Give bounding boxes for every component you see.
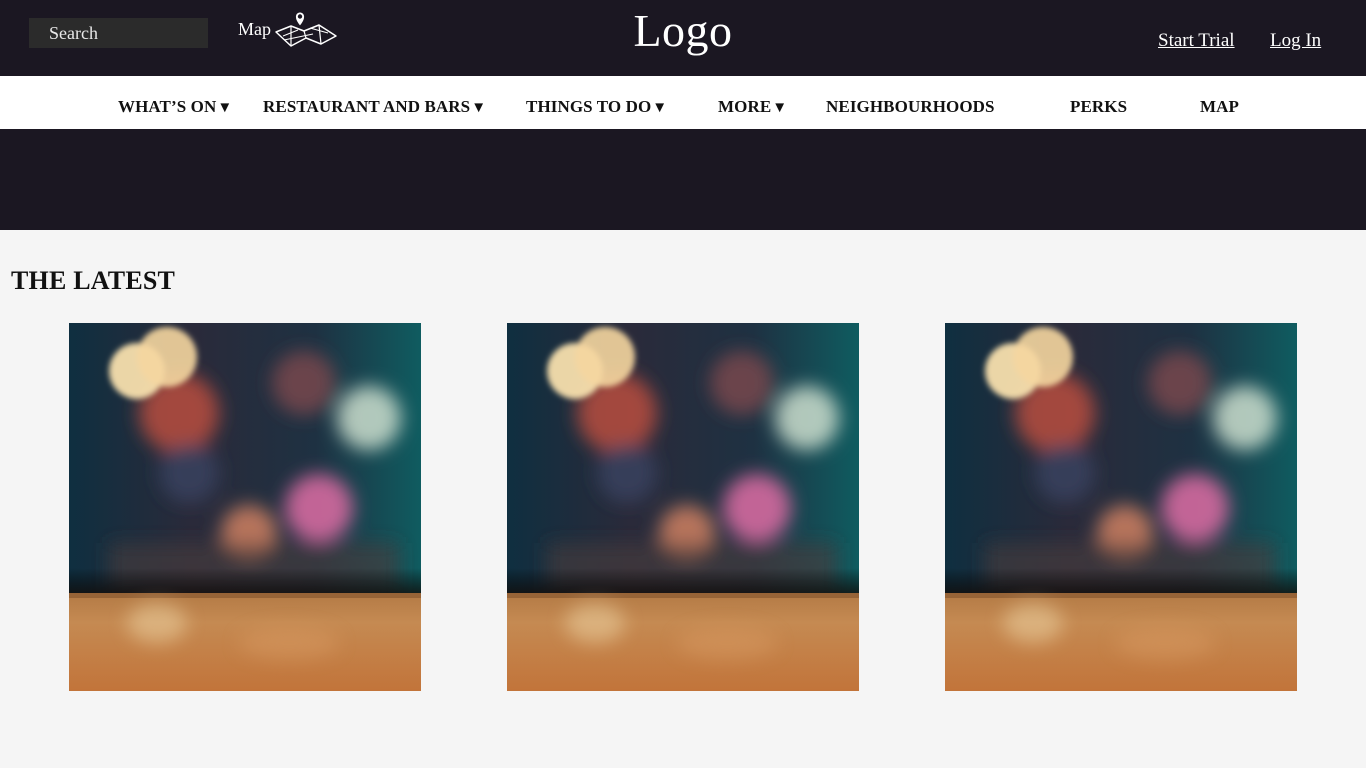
nav-item-label: NEIGHBOURHOODS xyxy=(826,97,995,116)
hero-banner xyxy=(0,129,1366,230)
top-header: Map Logo Start Trial Log In xyxy=(0,0,1366,76)
nav-item-label: RESTAURANT AND BARS xyxy=(263,97,471,116)
section-title-latest: THE LATEST xyxy=(11,266,176,295)
nav-item-map[interactable]: MAP xyxy=(1200,76,1239,129)
latest-card[interactable] xyxy=(507,323,859,691)
caret-down-icon: ▼ xyxy=(652,100,668,116)
nav-item-label: MAP xyxy=(1200,97,1240,116)
nav-item-whats-on[interactable]: WHAT’S ON▼ xyxy=(118,76,232,129)
card-image xyxy=(69,323,421,691)
latest-card[interactable] xyxy=(945,323,1297,691)
caret-down-icon: ▼ xyxy=(772,100,788,116)
nav-item-label: WHAT’S ON xyxy=(118,97,217,116)
nav-item-label: THINGS TO DO xyxy=(526,97,652,116)
nav-item-perks[interactable]: PERKS xyxy=(1070,76,1127,129)
nav-item-restaurant-and-bars[interactable]: RESTAURANT AND BARS▼ xyxy=(263,76,486,129)
nav-item-label: MORE xyxy=(718,97,772,116)
nav-item-label: PERKS xyxy=(1070,97,1128,116)
card-image xyxy=(945,323,1297,691)
nav-item-things-to-do[interactable]: THINGS TO DO▼ xyxy=(526,76,667,129)
nav-item-neighbourhoods[interactable]: NEIGHBOURHOODS xyxy=(826,76,995,129)
start-trial-link[interactable]: Start Trial xyxy=(1158,30,1235,52)
latest-card[interactable] xyxy=(69,323,421,691)
main-nav: WHAT’S ON▼ RESTAURANT AND BARS▼ THINGS T… xyxy=(0,76,1366,129)
caret-down-icon: ▼ xyxy=(217,100,233,116)
nav-item-more[interactable]: MORE▼ xyxy=(718,76,787,129)
card-image xyxy=(507,323,859,691)
caret-down-icon: ▼ xyxy=(471,100,487,116)
log-in-link[interactable]: Log In xyxy=(1270,30,1321,52)
